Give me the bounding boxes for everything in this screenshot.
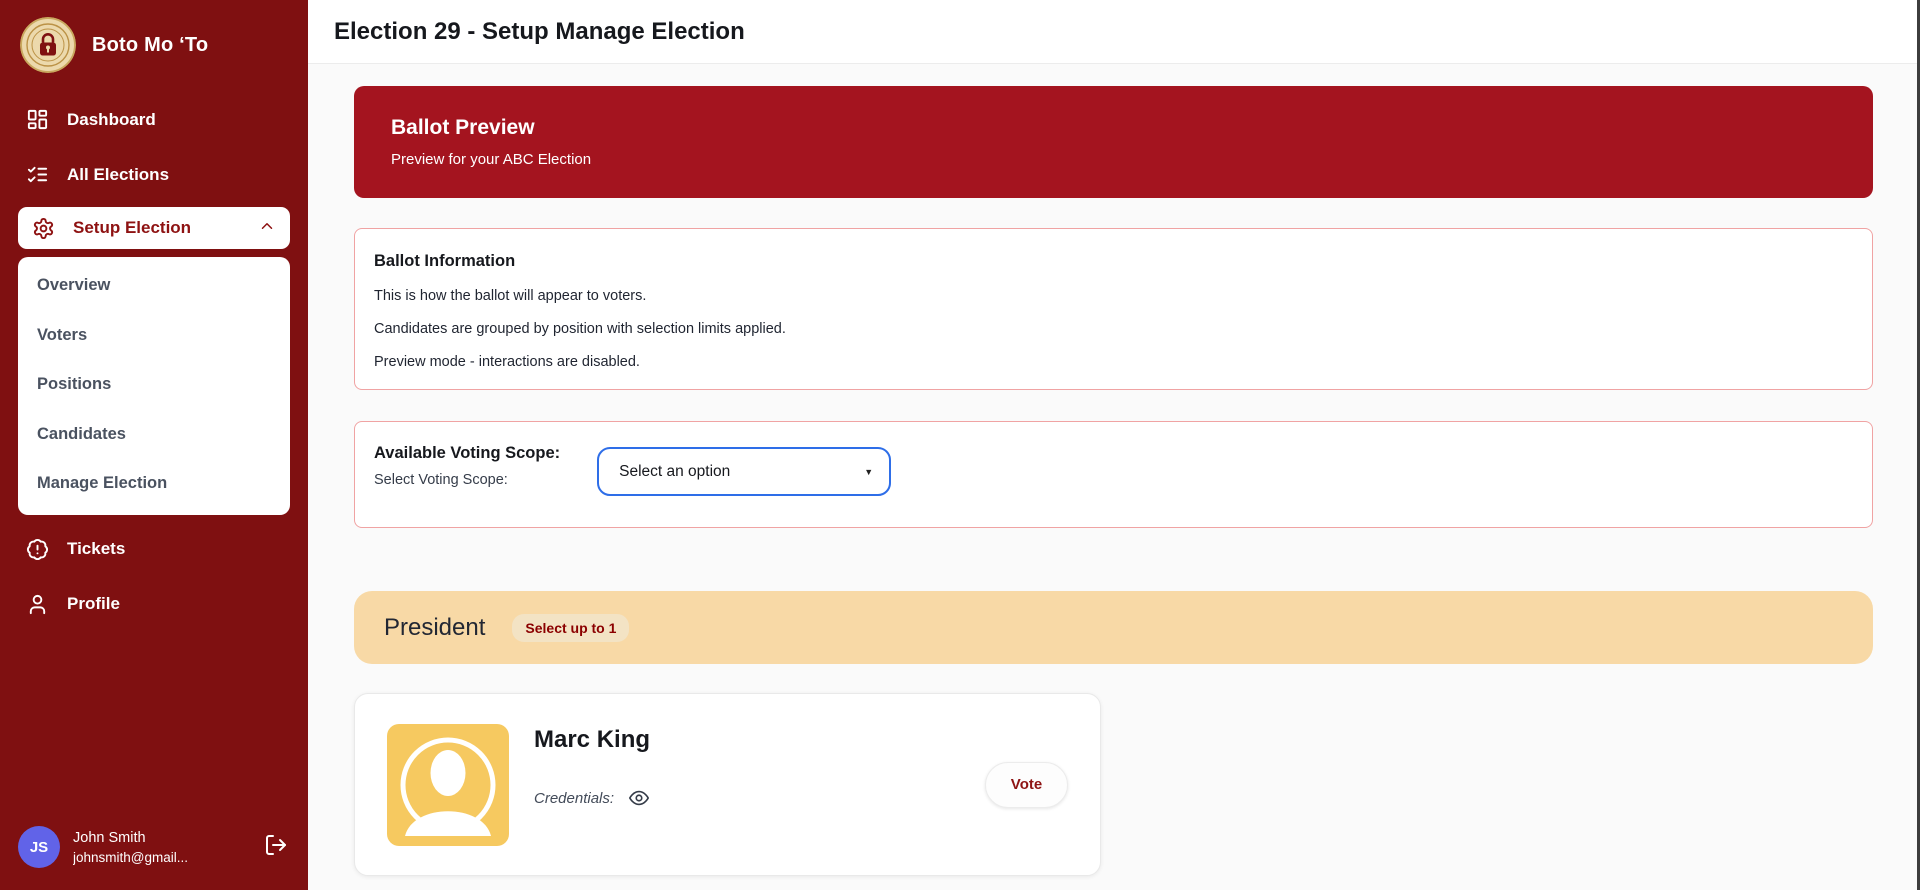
sidebar-item-label: Setup Election bbox=[73, 218, 191, 238]
app-logo-icon bbox=[20, 17, 76, 73]
position-name: President bbox=[384, 614, 485, 642]
voting-scope-selected-value: Select an option bbox=[619, 463, 730, 481]
person-icon bbox=[26, 593, 49, 616]
chevron-up-icon bbox=[258, 217, 276, 240]
user-avatar: JS bbox=[18, 826, 60, 868]
user-meta: John Smith johnsmith@gmail... bbox=[73, 830, 188, 865]
sidebar-item-profile[interactable]: Profile bbox=[0, 582, 308, 627]
ballot-information-line: Preview mode - interactions are disabled… bbox=[374, 354, 1852, 370]
sidebar-item-all-elections[interactable]: All Elections bbox=[0, 152, 308, 197]
candidate-card: Marc King Credentials: Vote bbox=[354, 693, 1101, 876]
person-silhouette-icon bbox=[387, 724, 509, 846]
submenu-item-manage-election[interactable]: Manage Election bbox=[18, 460, 290, 510]
candidate-name: Marc King bbox=[534, 726, 960, 754]
submenu-item-candidates[interactable]: Candidates bbox=[18, 411, 290, 461]
position-section-header: President Select up to 1 bbox=[354, 591, 1873, 664]
sidebar-item-label: Dashboard bbox=[67, 110, 156, 130]
vote-button-wrap: Vote bbox=[985, 762, 1068, 808]
eye-icon[interactable] bbox=[628, 787, 650, 809]
checklist-icon bbox=[26, 163, 49, 186]
voting-scope-sublabel: Select Voting Scope: bbox=[374, 472, 560, 488]
dashboard-icon bbox=[26, 108, 49, 131]
candidate-body: Marc King Credentials: bbox=[534, 724, 960, 845]
credentials-row: Credentials: bbox=[534, 787, 960, 809]
sidebar-item-setup-election[interactable]: Setup Election bbox=[18, 207, 290, 249]
logout-icon[interactable] bbox=[264, 833, 288, 862]
sidebar-user-footer: JS John Smith johnsmith@gmail... bbox=[0, 808, 308, 890]
sidebar-item-label: All Elections bbox=[67, 165, 169, 185]
gear-icon bbox=[32, 217, 55, 240]
sidebar-item-label: Tickets bbox=[67, 539, 125, 559]
vote-button[interactable]: Vote bbox=[985, 762, 1068, 808]
brand-title: Boto Mo ‘To bbox=[92, 34, 208, 57]
main-area: Election 29 - Setup Manage Election Ball… bbox=[308, 0, 1920, 890]
voting-scope-labels: Available Voting Scope: Select Voting Sc… bbox=[374, 444, 560, 488]
sidebar-nav: Dashboard All Elections Setup Election O… bbox=[0, 87, 308, 637]
page-title: Election 29 - Setup Manage Election bbox=[334, 18, 745, 46]
ballot-preview-banner: Ballot Preview Preview for your ABC Elec… bbox=[354, 86, 1873, 198]
sidebar-item-dashboard[interactable]: Dashboard bbox=[0, 97, 308, 142]
ticket-alert-icon bbox=[26, 538, 49, 561]
ballot-information-line: Candidates are grouped by position with … bbox=[374, 321, 1852, 337]
submenu-item-positions[interactable]: Positions bbox=[18, 361, 290, 411]
select-arrow-icon: ▼ bbox=[864, 467, 873, 477]
banner-title: Ballot Preview bbox=[391, 116, 1873, 140]
content: Ballot Preview Preview for your ABC Elec… bbox=[308, 64, 1920, 890]
sidebar: Boto Mo ‘To Dashboard All Elections Setu… bbox=[0, 0, 308, 890]
sidebar-item-tickets[interactable]: Tickets bbox=[0, 527, 308, 572]
ballot-information-box: Ballot Information This is how the ballo… bbox=[354, 228, 1873, 390]
brand: Boto Mo ‘To bbox=[0, 0, 308, 87]
ballot-information-line: This is how the ballot will appear to vo… bbox=[374, 288, 1852, 304]
sidebar-item-label: Profile bbox=[67, 594, 120, 614]
setup-election-submenu: Overview Voters Positions Candidates Man… bbox=[18, 257, 290, 515]
voting-scope-select[interactable]: Select an option ▼ bbox=[597, 447, 891, 496]
user-name: John Smith bbox=[73, 830, 188, 846]
credentials-label: Credentials: bbox=[534, 790, 614, 807]
submenu-item-overview[interactable]: Overview bbox=[18, 262, 290, 312]
candidate-avatar bbox=[387, 724, 509, 846]
banner-subtitle: Preview for your ABC Election bbox=[391, 151, 1873, 168]
ballot-information-title: Ballot Information bbox=[374, 252, 1852, 271]
selection-limit-badge: Select up to 1 bbox=[512, 614, 629, 642]
voting-scope-box: Available Voting Scope: Select Voting Sc… bbox=[354, 421, 1873, 528]
top-bar: Election 29 - Setup Manage Election bbox=[308, 0, 1920, 64]
submenu-item-voters[interactable]: Voters bbox=[18, 312, 290, 362]
voting-scope-label: Available Voting Scope: bbox=[374, 444, 560, 463]
user-email: johnsmith@gmail... bbox=[73, 850, 188, 865]
